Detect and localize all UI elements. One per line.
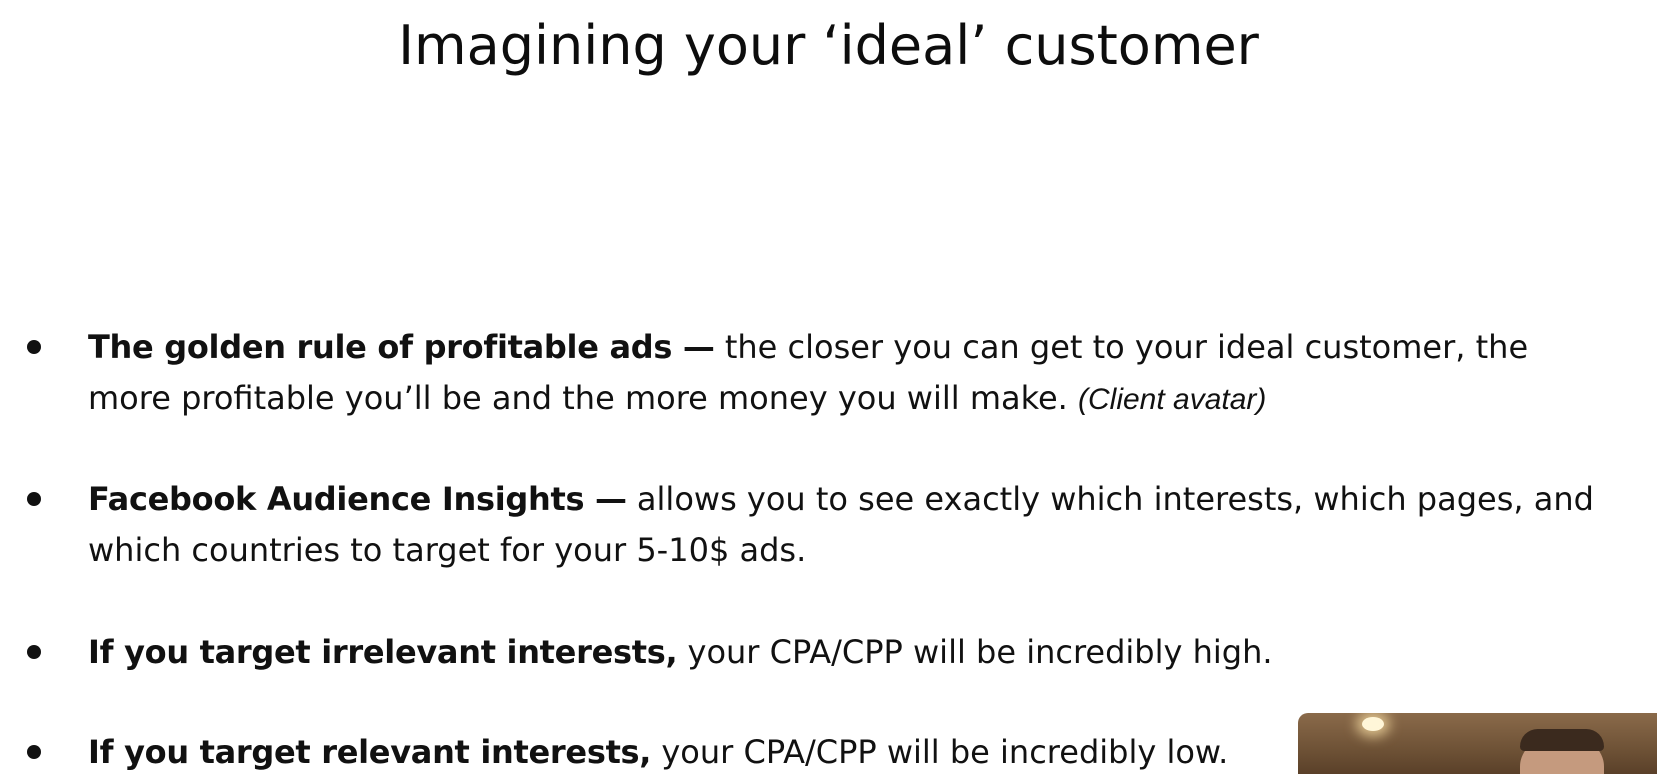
bullet-text: your CPA/CPP will be incredibly high.: [677, 633, 1273, 671]
bullet-heading: If you target irrelevant interests,: [88, 633, 678, 671]
bullet-item-golden-rule: The golden rule of profitable ads — the …: [0, 322, 1657, 425]
bullet-dot-icon: [27, 745, 41, 759]
bullet-note: (Client avatar): [1078, 383, 1267, 416]
presenter-hair-icon: [1520, 729, 1604, 751]
bullet-dot-icon: [27, 492, 41, 506]
webcam-overlay[interactable]: [1298, 713, 1657, 774]
bullet-item-audience-insights: Facebook Audience Insights — allows you …: [0, 474, 1657, 576]
bullet-text: your CPA/CPP will be incredibly low.: [651, 733, 1229, 771]
presentation-slide: Imagining your ‘ideal’ customer The gold…: [0, 0, 1657, 774]
bullet-heading: If you target relevant interests,: [88, 733, 652, 771]
bullet-item-irrelevant-interests: If you target irrelevant interests, your…: [0, 627, 1657, 678]
bullet-heading: Facebook Audience Insights —: [88, 480, 627, 518]
bullet-dot-icon: [27, 340, 41, 354]
bullet-dot-icon: [27, 645, 41, 659]
ceiling-light-icon: [1362, 717, 1384, 731]
slide-title: Imagining your ‘ideal’ customer: [398, 14, 1259, 77]
bullet-heading: The golden rule of profitable ads —: [88, 328, 715, 366]
